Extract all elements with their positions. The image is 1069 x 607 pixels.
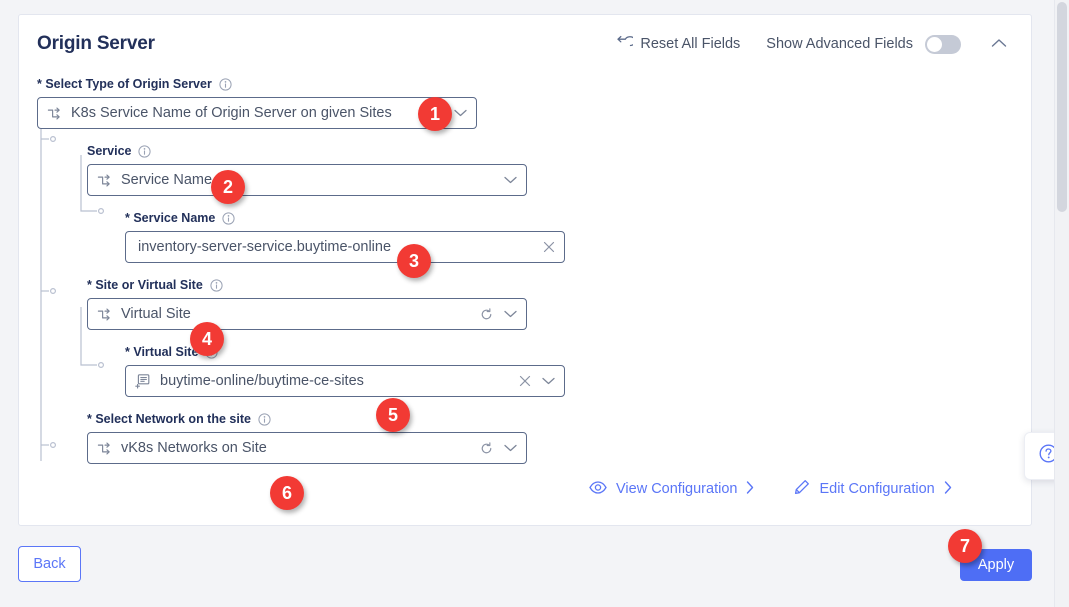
view-configuration-label: View Configuration [616,481,738,497]
virtual-site-value: buytime-online/buytime-ce-sites [160,373,364,389]
header-actions: Reset All Fields Show Advanced Fields [616,31,1011,57]
form-footer: Back Apply [18,546,1032,588]
site-or-virtual-site-field: * Site or Virtual Site Virtual Site [87,278,1011,330]
site-or-virtual-site-select[interactable]: Virtual Site [87,298,527,330]
step-badge-5: 5 [376,398,410,432]
list-add-icon [135,373,151,389]
service-select[interactable]: Service Name [87,164,527,196]
info-icon[interactable] [138,144,152,158]
collapse-section-button[interactable] [987,31,1011,57]
refresh-icon[interactable] [480,441,493,455]
chevron-right-icon [746,480,754,498]
pencil-icon [794,479,810,499]
virtual-site-label: * Virtual Site [125,345,1011,359]
edit-configuration-link[interactable]: Edit Configuration [794,479,951,499]
service-name-value: inventory-server-service.buytime-online [138,239,392,255]
show-advanced-fields-row: Show Advanced Fields [766,34,961,54]
info-icon[interactable] [210,278,223,292]
show-advanced-fields-label: Show Advanced Fields [766,36,913,52]
network-label: * Select Network on the site [87,412,1011,426]
service-name-input[interactable]: inventory-server-service.buytime-online [125,231,565,263]
virtual-site-select[interactable]: buytime-online/buytime-ce-sites [125,365,565,397]
refresh-icon[interactable] [480,307,493,321]
info-icon[interactable] [258,412,271,426]
info-icon[interactable] [222,211,235,225]
network-value: vK8s Networks on Site [121,440,267,456]
page-scrollbar-thumb[interactable] [1057,2,1067,212]
chevron-down-icon[interactable] [454,109,467,117]
service-name-field: * Service Name inventory-server-service.… [125,211,1011,263]
switch-icon [97,307,112,322]
site-or-virtual-site-value: Virtual Site [121,306,191,322]
step-badge-3: 3 [397,244,431,278]
card-body: * Select Type of Origin Server K8s Servi… [19,73,1031,497]
clear-x-icon[interactable] [519,375,531,387]
site-or-virtual-site-label: * Site or Virtual Site [87,278,1011,292]
chevron-down-icon[interactable] [504,310,517,318]
chevron-down-icon[interactable] [504,444,517,452]
step-badge-4: 4 [190,322,224,356]
network-select[interactable]: vK8s Networks on Site [87,432,527,464]
network-field: * Select Network on the site vK8s Networ… [87,412,1011,464]
page-scrollbar-track[interactable] [1054,0,1069,607]
step-badge-1: 1 [418,97,452,131]
step-badge-6: 6 [270,476,304,510]
show-advanced-fields-toggle[interactable] [925,34,961,54]
origin-type-field: * Select Type of Origin Server K8s Servi… [37,77,1011,129]
view-configuration-link[interactable]: View Configuration [589,480,754,498]
chevron-right-icon [944,480,952,498]
step-badge-7: 7 [948,529,982,563]
origin-server-card: Origin Server Reset All Fields Show Adva… [18,14,1032,526]
switch-icon [97,173,112,188]
undo-arrow-icon [616,35,637,54]
origin-type-label: * Select Type of Origin Server [37,77,1011,91]
service-value: Service Name [121,172,213,188]
back-button[interactable]: Back [18,546,81,582]
page-title: Origin Server [37,33,155,54]
service-name-label: * Service Name [125,211,1011,225]
clear-x-icon[interactable] [543,241,555,253]
edit-configuration-label: Edit Configuration [819,481,935,497]
reset-all-fields-label: Reset All Fields [640,36,741,52]
virtual-site-field: * Virtual Site buytime-online/buytime-ce… [125,345,1011,397]
switch-icon [97,441,112,456]
chevron-down-icon[interactable] [542,377,555,385]
service-label: Service [87,144,1011,158]
toggle-knob [927,36,942,52]
step-badge-2: 2 [211,170,245,204]
origin-type-value: K8s Service Name of Origin Server on giv… [71,105,392,121]
eye-icon [589,480,607,498]
configuration-links: View Configuration Edit Configuration [589,479,952,499]
card-header: Origin Server Reset All Fields Show Adva… [19,15,1031,73]
chevron-down-icon[interactable] [504,176,517,184]
reset-all-fields-button[interactable]: Reset All Fields [616,35,740,54]
info-icon[interactable] [219,77,232,91]
chevron-up-icon [991,35,1007,53]
origin-type-select[interactable]: K8s Service Name of Origin Server on giv… [37,97,477,129]
switch-icon [47,106,62,121]
